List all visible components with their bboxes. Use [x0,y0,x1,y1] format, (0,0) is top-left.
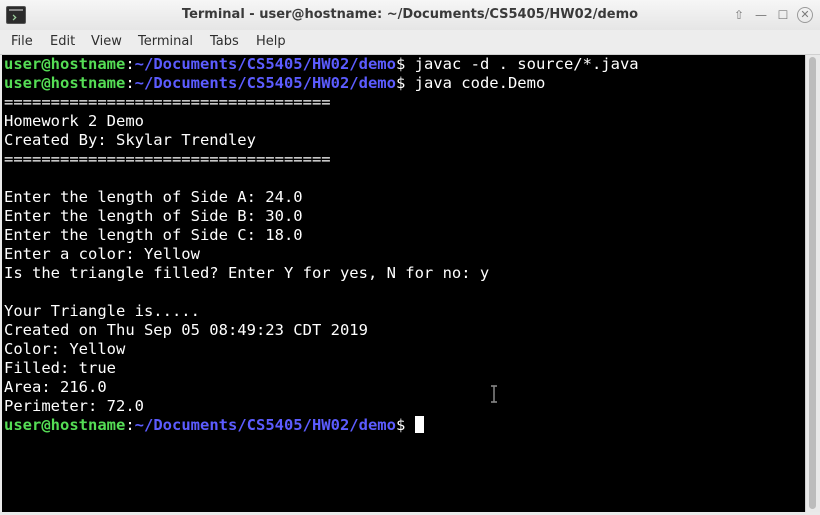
prompt-symbol: $ [395,74,406,92]
command-text: javac -d . source/*.java [405,55,639,73]
prompt-user: user@hostname [4,55,126,73]
prompt-separator: : [125,74,135,92]
output-line: Enter a color: Yellow [4,245,200,263]
prompt-symbol: $ [395,416,406,434]
terminal-line: user@hostname:~/Documents/CS5405/HW02/de… [4,74,545,93]
vertical-scrollbar[interactable] [805,55,820,512]
prompt-separator: : [125,55,135,73]
prompt-user: user@hostname [4,74,126,92]
menu-help[interactable]: Help [256,34,286,49]
terminal-line: user@hostname:~/Documents/CS5405/HW02/de… [4,416,424,435]
maximize-window-button[interactable]: ☐ [775,7,791,23]
menu-edit[interactable]: Edit [50,34,75,49]
terminal-output-area[interactable]: user@hostname:~/Documents/CS5405/HW02/de… [2,55,805,512]
terminal-window: Terminal - user@hostname: ~/Documents/CS… [0,0,820,515]
minimize-window-button[interactable]: — [753,7,769,23]
close-window-button[interactable]: ✕ [797,7,813,23]
menu-terminal[interactable]: Terminal [138,34,193,49]
output-line: Is the triangle filled? Enter Y for yes,… [4,264,490,282]
prompt-path: ~/Documents/CS5405/HW02/demo [134,416,396,434]
window-title: Terminal - user@hostname: ~/Documents/CS… [181,7,639,22]
output-line: Color: Yellow [4,340,126,358]
output-line: Created By: Skylar Trendley [4,131,256,149]
output-line: =================================== [4,93,331,111]
prompt-user: user@hostname [4,416,126,434]
output-line: Filled: true [4,359,116,377]
terminal-line: user@hostname:~/Documents/CS5405/HW02/de… [4,55,639,74]
menu-view[interactable]: View [91,34,122,49]
menu-tabs[interactable]: Tabs [210,34,239,49]
output-line: Created on Thu Sep 05 08:49:23 CDT 2019 [4,321,368,339]
output-line: =================================== [4,150,331,168]
command-text: java code.Demo [405,74,546,92]
output-line: Enter the length of Side A: 24.0 [4,188,303,206]
output-line: Enter the length of Side B: 30.0 [4,207,303,225]
prompt-path: ~/Documents/CS5405/HW02/demo [134,55,396,73]
mouse-ibeam-cursor-icon [491,385,497,403]
menu-file[interactable]: File [11,34,33,49]
output-line: Enter the length of Side C: 18.0 [4,226,303,244]
output-line: Perimeter: 72.0 [4,397,144,415]
prompt-symbol: $ [395,55,406,73]
output-line: Your Triangle is..... [4,302,200,320]
output-line: Homework 2 Demo [4,112,144,130]
prompt-path: ~/Documents/CS5405/HW02/demo [134,74,396,92]
prompt-separator: : [125,416,135,434]
title-bar[interactable]: Terminal - user@hostname: ~/Documents/CS… [0,0,820,31]
scrollbar-thumb[interactable] [809,57,816,509]
command-text [405,416,414,434]
output-line: Area: 216.0 [4,378,107,396]
shade-window-button[interactable]: ⇧ [731,7,747,23]
menu-bar: File Edit View Terminal Tabs Help [0,30,820,55]
text-cursor [414,416,424,433]
